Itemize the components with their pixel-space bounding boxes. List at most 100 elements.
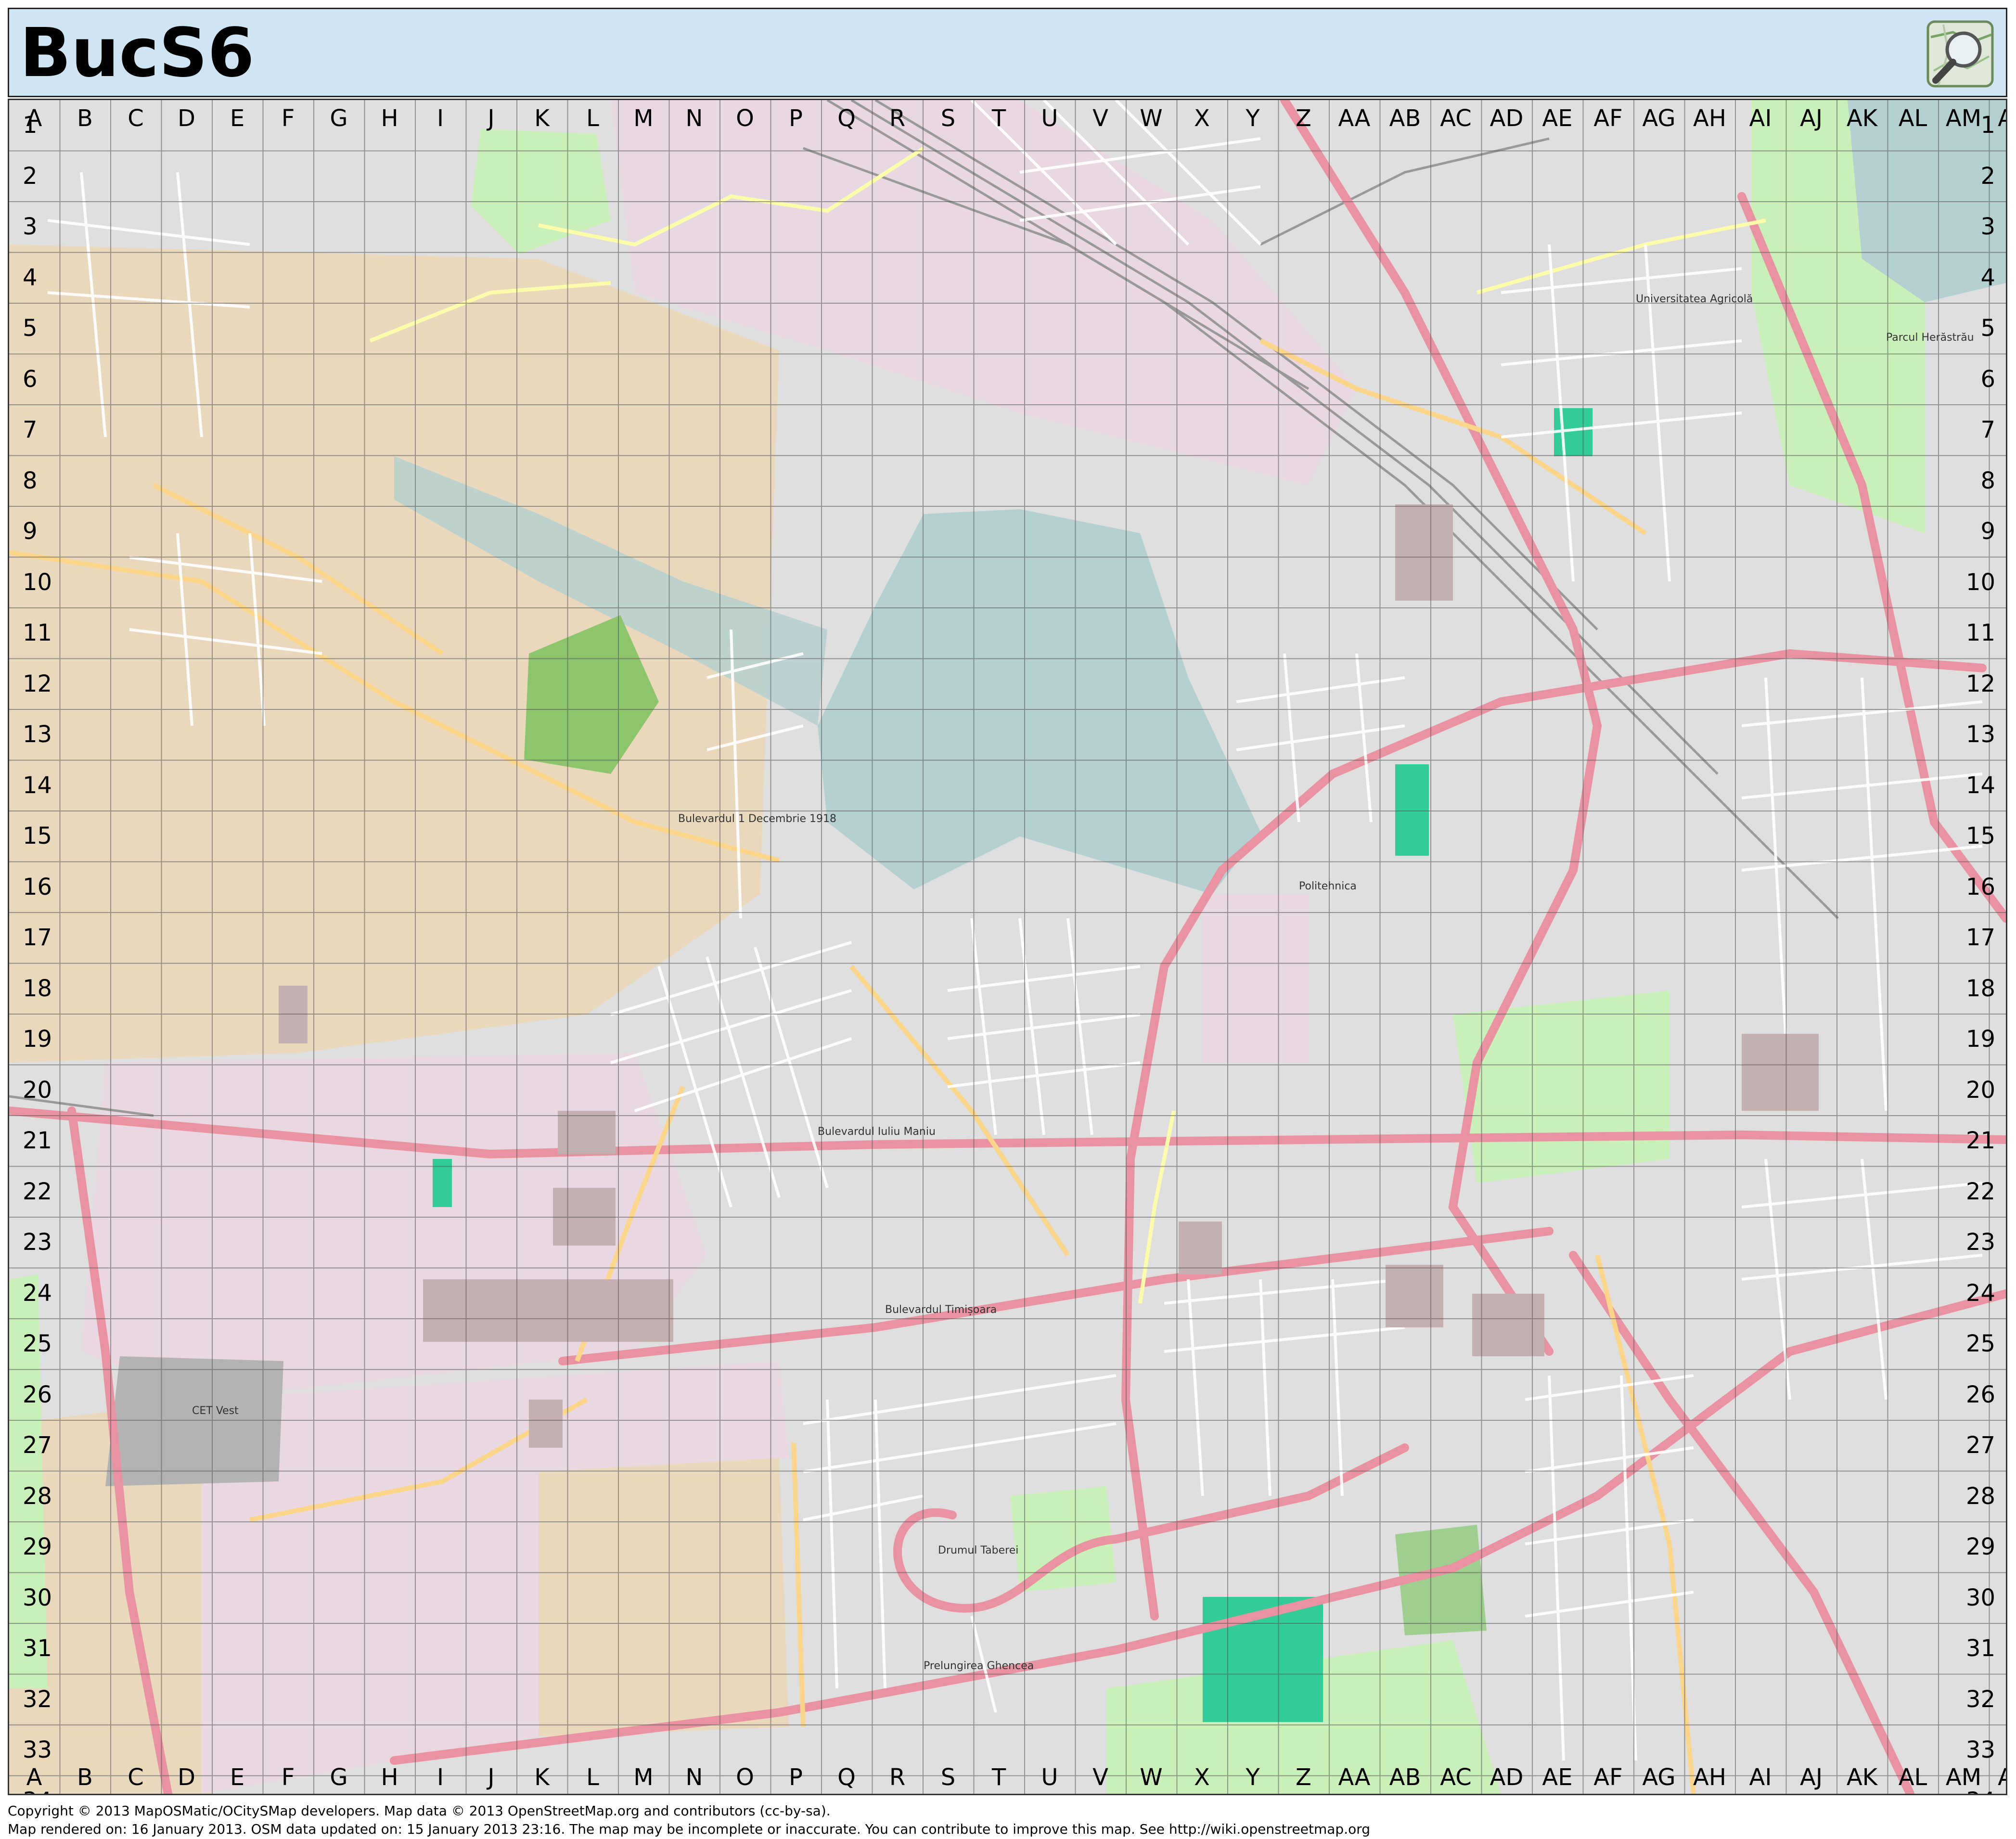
- column-label-top-b: B: [77, 105, 93, 132]
- column-label-top-v: V: [1092, 105, 1108, 132]
- column-label-top-k: K: [534, 105, 550, 132]
- row-label-right-3: 3: [1980, 213, 1995, 240]
- row-label-right-26: 26: [1965, 1381, 1995, 1408]
- column-label-bottom-h: H: [381, 1764, 398, 1791]
- row-label-left-17: 17: [23, 924, 52, 951]
- column-label-top-x: X: [1194, 105, 1210, 132]
- column-label-bottom-ad: AD: [1490, 1764, 1524, 1791]
- column-label-top-ac: AC: [1440, 105, 1472, 132]
- column-label-bottom-j: J: [488, 1764, 495, 1791]
- row-label-left-34: 34: [23, 1789, 52, 1794]
- row-label-right-29: 29: [1965, 1533, 1995, 1560]
- row-label-left-18: 18: [23, 975, 52, 1002]
- row-label-right-1: 1: [1980, 112, 1995, 139]
- row-label-left-12: 12: [23, 670, 52, 697]
- column-label-top-aa: AA: [1338, 105, 1371, 132]
- column-label-bottom-ac: AC: [1440, 1764, 1472, 1791]
- cet-vest-area: [105, 1356, 283, 1486]
- row-label-left-21: 21: [23, 1127, 52, 1154]
- column-label-top-ak: AK: [1846, 105, 1878, 132]
- row-label-right-8: 8: [1980, 467, 1995, 494]
- row-label-left-26: 26: [23, 1381, 52, 1408]
- row-label-right-20: 20: [1965, 1076, 1995, 1104]
- column-label-top-r: R: [889, 105, 906, 132]
- row-label-left-3: 3: [23, 213, 38, 240]
- row-label-right-32: 32: [1965, 1685, 1995, 1713]
- column-label-top-i: I: [437, 105, 444, 132]
- row-label-left-9: 9: [23, 518, 38, 545]
- column-label-top-h: H: [381, 105, 398, 132]
- farmland-south-mid: [539, 1457, 789, 1736]
- column-label-top-ag: AG: [1642, 105, 1676, 132]
- column-label-top-q: Q: [837, 105, 856, 132]
- column-label-bottom-o: O: [736, 1764, 754, 1791]
- label-drumul-taberei: Drumul Taberei: [938, 1544, 1018, 1556]
- column-label-top-l: L: [586, 105, 599, 132]
- row-label-right-4: 4: [1980, 264, 1995, 291]
- map-canvas[interactable]: Bulevardul Iuliu Maniu Bulevardul Timișo…: [8, 99, 2007, 1795]
- column-label-bottom-z: Z: [1296, 1764, 1311, 1791]
- column-label-bottom-n: N: [685, 1764, 703, 1791]
- column-label-bottom-m: M: [633, 1764, 654, 1791]
- column-label-top-p: P: [789, 105, 803, 132]
- column-label-top-g: G: [330, 105, 348, 132]
- column-label-bottom-p: P: [789, 1764, 803, 1791]
- row-label-right-13: 13: [1965, 721, 1995, 748]
- column-label-top-af: AF: [1593, 105, 1623, 132]
- row-label-left-25: 25: [23, 1330, 52, 1357]
- column-label-top-ah: AH: [1693, 105, 1726, 132]
- row-label-right-34: 34: [1966, 1789, 1995, 1794]
- column-label-top-c: C: [128, 105, 144, 132]
- row-label-left-28: 28: [23, 1482, 52, 1510]
- row-label-right-12: 12: [1965, 670, 1995, 697]
- column-label-top-ae: AE: [1542, 105, 1573, 132]
- column-label-bottom-e: E: [230, 1764, 245, 1791]
- osm-magnifier-logo-icon: [1926, 20, 1994, 88]
- title-bar: BucS6: [8, 8, 2007, 97]
- row-label-right-9: 9: [1980, 518, 1995, 545]
- row-label-right-6: 6: [1980, 365, 1995, 393]
- column-label-top-u: U: [1041, 105, 1058, 132]
- column-label-top-o: O: [736, 105, 754, 132]
- row-label-left-20: 20: [23, 1076, 52, 1104]
- park-east: [1453, 990, 1669, 1183]
- row-label-right-5: 5: [1980, 315, 1995, 342]
- row-label-left-2: 2: [23, 162, 38, 190]
- label-timisoara: Bulevardul Timișoara: [885, 1304, 997, 1316]
- map-rendering[interactable]: Bulevardul Iuliu Maniu Bulevardul Timișo…: [9, 100, 2006, 1794]
- column-label-bottom-f: F: [281, 1764, 295, 1791]
- column-label-top-t: T: [991, 105, 1006, 132]
- column-label-bottom-v: V: [1092, 1764, 1108, 1791]
- column-label-bottom-aj: AJ: [1800, 1764, 1823, 1791]
- pitch-center: [1395, 764, 1429, 856]
- column-label-bottom-al: AL: [1898, 1764, 1927, 1791]
- column-label-top-m: M: [633, 105, 654, 132]
- column-label-bottom-a: A: [26, 1764, 42, 1791]
- column-label-bottom-t: T: [991, 1764, 1006, 1791]
- row-label-left-24: 24: [23, 1279, 52, 1307]
- column-label-top-ad: AD: [1490, 105, 1524, 132]
- row-label-right-16: 16: [1965, 873, 1995, 900]
- column-label-bottom-u: U: [1041, 1764, 1058, 1791]
- label-iuliu-maniu: Bulevardul Iuliu Maniu: [818, 1126, 936, 1138]
- column-label-top-e: E: [230, 105, 245, 132]
- row-label-left-1: 1: [23, 112, 38, 139]
- row-label-right-7: 7: [1980, 416, 1995, 443]
- column-label-bottom-ak: AK: [1846, 1764, 1878, 1791]
- map-title: BucS6: [20, 14, 255, 92]
- column-label-bottom-ae: AE: [1542, 1764, 1573, 1791]
- column-label-bottom-c: C: [128, 1764, 144, 1791]
- row-label-left-10: 10: [23, 568, 52, 596]
- column-label-bottom-s: S: [940, 1764, 956, 1791]
- column-label-top-j: J: [488, 105, 495, 132]
- row-label-right-24: 24: [1965, 1279, 1995, 1307]
- row-label-right-18: 18: [1965, 975, 1995, 1002]
- column-label-top-am: AM: [1945, 105, 1982, 132]
- row-label-right-10: 10: [1965, 568, 1995, 596]
- row-label-left-7: 7: [23, 416, 38, 443]
- row-label-right-33: 33: [1965, 1736, 1995, 1763]
- column-label-bottom-ag: AG: [1642, 1764, 1676, 1791]
- row-label-right-19: 19: [1965, 1026, 1995, 1053]
- column-label-top-an: AN: [1998, 107, 2006, 130]
- footer-copyright: Copyright © 2013 MapOSMatic/OCitySMap de…: [8, 1803, 831, 1819]
